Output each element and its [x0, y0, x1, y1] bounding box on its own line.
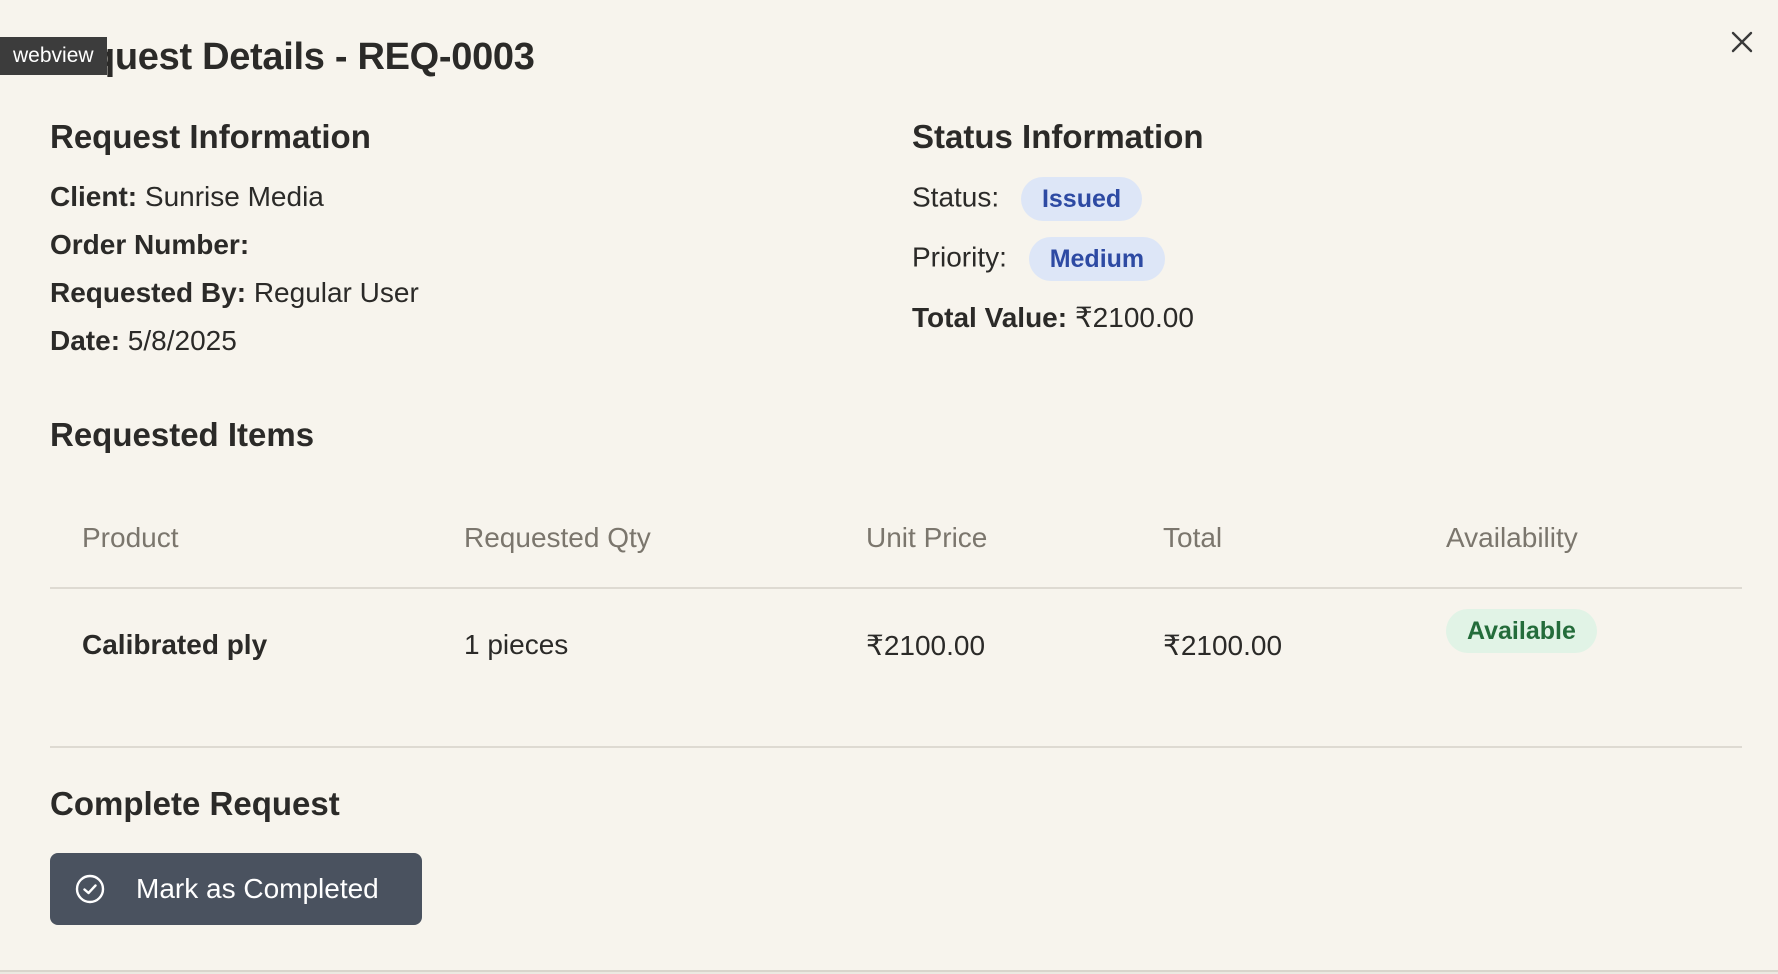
- complete-request-heading: Complete Request: [50, 785, 340, 822]
- webview-tag: webview: [0, 37, 107, 75]
- date-row: Date: 5/8/2025: [50, 325, 237, 357]
- total-value: ₹2100.00: [1074, 302, 1194, 333]
- request-information-heading: Request Information: [50, 118, 371, 155]
- mark-as-completed-label: Mark as Completed: [136, 873, 379, 904]
- client-label: Client:: [50, 181, 138, 212]
- total-value-label: Total Value:: [912, 302, 1068, 333]
- modal-title: Request Details - REQ-0003: [44, 36, 535, 78]
- requested-by-label: Requested By:: [50, 277, 247, 308]
- column-header-product: Product: [82, 522, 179, 553]
- requested-by-value: Regular User: [253, 277, 419, 308]
- client-row: Client: Sunrise Media: [50, 181, 324, 213]
- priority-badge: Medium: [1028, 237, 1166, 281]
- client-value: Sunrise Media: [144, 181, 324, 212]
- mark-as-completed-button[interactable]: Mark as Completed: [50, 853, 422, 925]
- column-header-requested-qty: Requested Qty: [464, 522, 651, 553]
- column-header-availability: Availability: [1446, 522, 1578, 553]
- status-row: Status: Issued: [912, 177, 1143, 221]
- status-information-heading: Status Information: [912, 118, 1204, 155]
- column-header-unit-price: Unit Price: [866, 522, 988, 553]
- status-badge: Issued: [1020, 177, 1143, 221]
- column-header-total: Total: [1163, 522, 1223, 553]
- check-circle-icon: [74, 873, 106, 905]
- cell-product: Calibrated ply: [82, 629, 268, 660]
- table-row: Calibrated ply 1 pieces ₹2100.00 ₹2100.0…: [50, 589, 1742, 748]
- table-header: Product Requested Qty Unit Price Total A…: [50, 500, 1742, 589]
- availability-badge: Available: [1446, 609, 1597, 653]
- requested-by-row: Requested By: Regular User: [50, 277, 419, 309]
- order-number-row: Order Number:: [50, 229, 249, 261]
- date-value: 5/8/2025: [127, 325, 237, 356]
- order-number-label: Order Number:: [50, 229, 250, 260]
- request-details-modal: webview Request Details - REQ-0003 Reque…: [0, 0, 1778, 972]
- priority-row: Priority: Medium: [912, 237, 1166, 281]
- close-icon[interactable]: [1730, 30, 1754, 59]
- cell-availability: Available: [1446, 609, 1597, 653]
- cell-total: ₹2100.00: [1163, 630, 1283, 661]
- requested-items-table: Product Requested Qty Unit Price Total A…: [50, 500, 1742, 748]
- status-label: Status:: [912, 181, 1000, 213]
- requested-items-heading: Requested Items: [50, 416, 315, 453]
- close-button[interactable]: [1724, 26, 1760, 62]
- date-label: Date:: [50, 325, 121, 356]
- total-value-row: Total Value: ₹2100.00: [912, 301, 1194, 334]
- cell-requested-qty: 1 pieces: [464, 629, 569, 660]
- priority-label: Priority:: [912, 241, 1007, 273]
- cell-unit-price: ₹2100.00: [866, 630, 986, 661]
